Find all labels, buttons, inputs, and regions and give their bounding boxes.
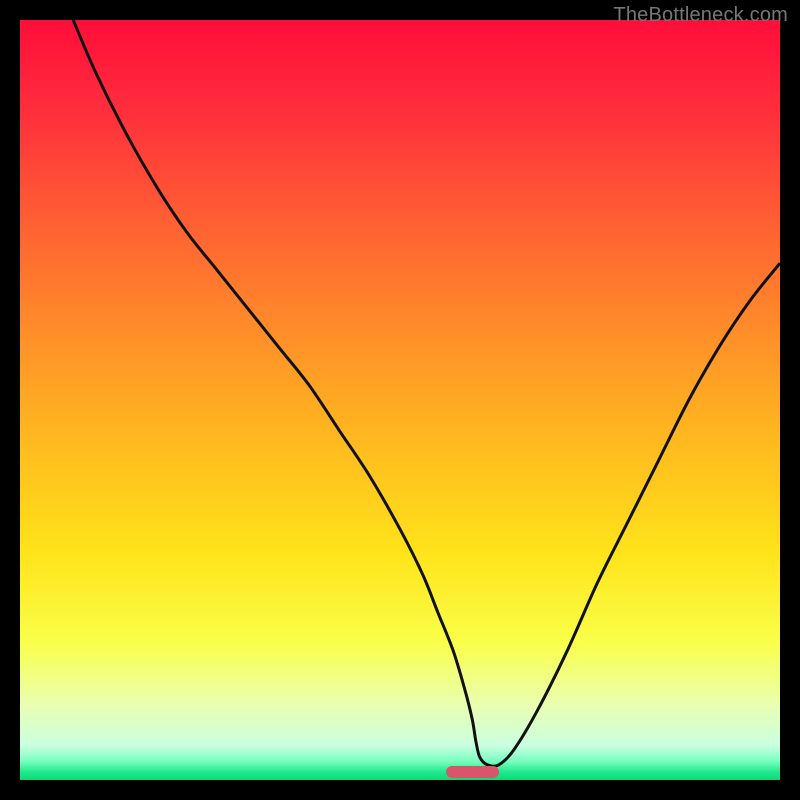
plot-area — [20, 20, 780, 780]
chart-frame: TheBottleneck.com — [0, 0, 800, 800]
watermark-text: TheBottleneck.com — [613, 4, 788, 27]
curve-layer — [20, 20, 780, 780]
optimal-range-marker — [446, 766, 499, 778]
bottleneck-curve — [73, 20, 780, 766]
